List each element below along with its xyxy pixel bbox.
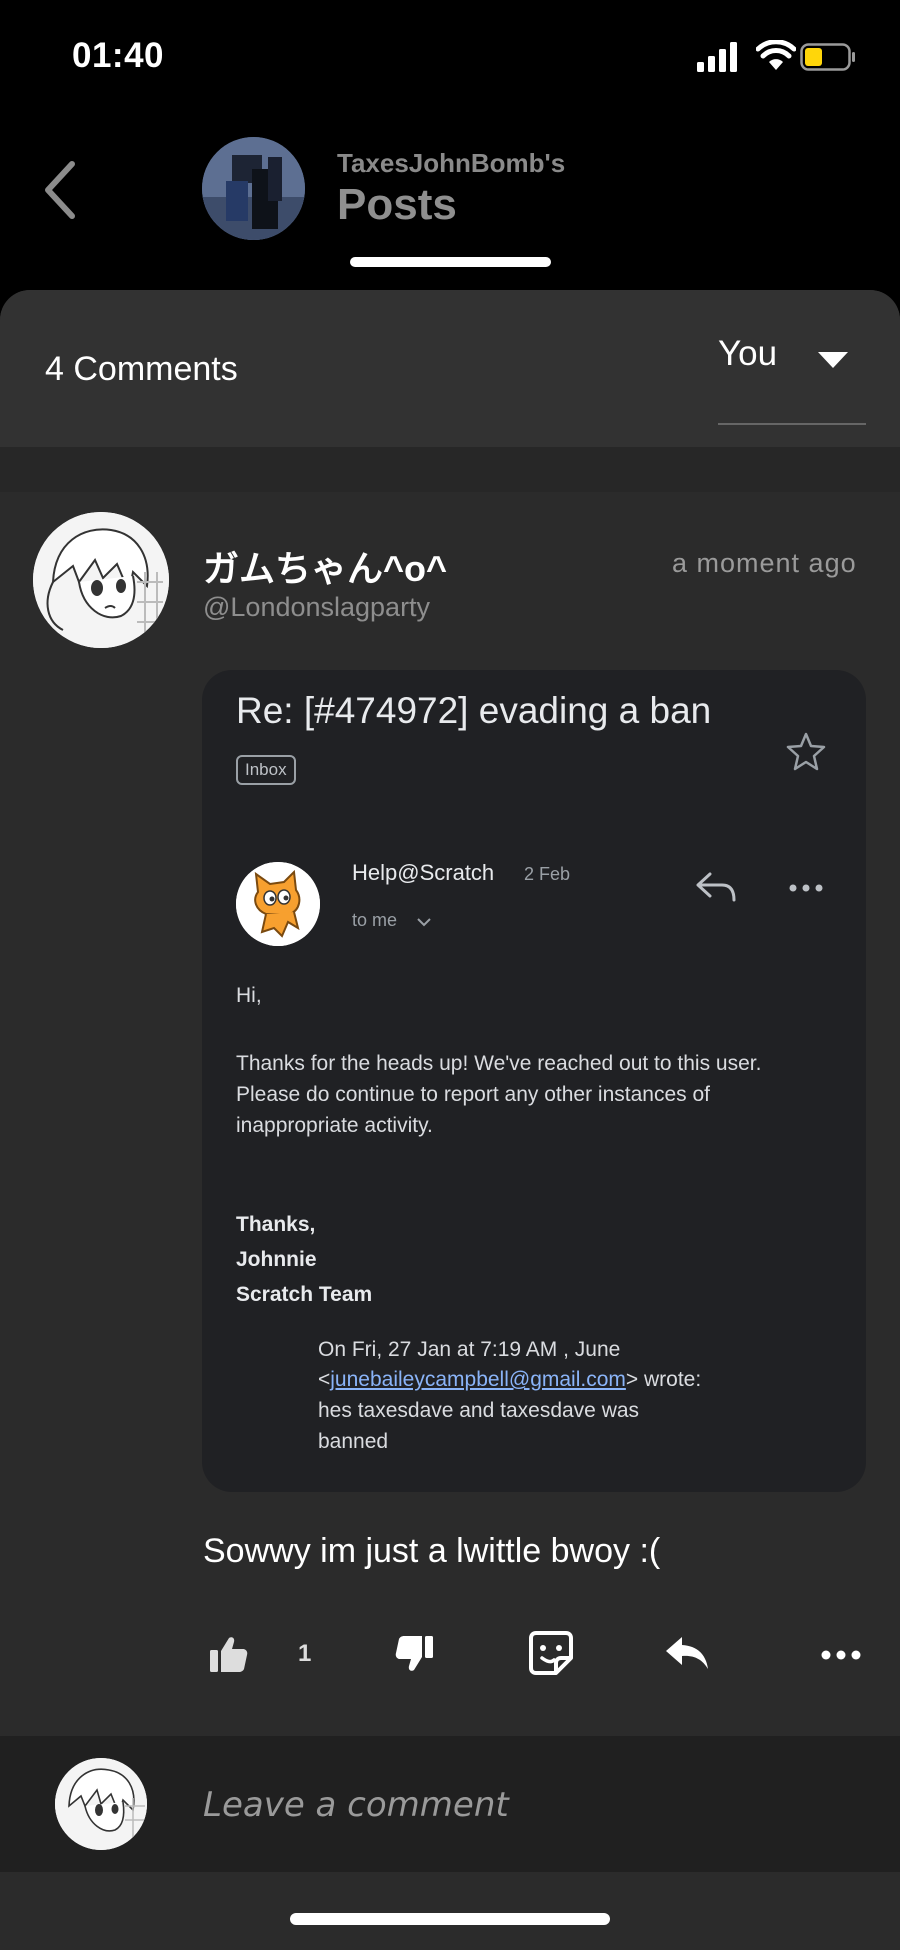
back-button[interactable] [30,150,96,230]
reply-icon [696,872,736,902]
email-signature-line: Johnnie [236,1248,317,1271]
like-count: 1 [298,1640,312,1667]
email-body-line: Thanks for the heads up! We've reached o… [236,1052,762,1075]
reply-icon[interactable] [662,1633,710,1673]
email-date: 2 Feb [524,864,571,884]
comment-author-handle[interactable]: @Londonslagparty [203,592,430,623]
wifi-icon [756,40,796,70]
email-greeting: Hi, [236,984,262,1007]
email-quote-line: On Fri, 27 Jan at 7:19 AM , June [318,1338,621,1361]
header-subtitle: TaxesJohnBomb's [337,148,566,178]
more-icon[interactable] [820,1648,862,1662]
sender-name: Help@Scratch [352,860,495,885]
sticker-icon[interactable] [528,1630,574,1676]
battery-icon [800,43,855,71]
comment-input[interactable] [203,1780,843,1830]
sort-dropdown-value[interactable]: You [718,334,777,374]
comment-timestamp: a moment ago [672,548,857,578]
email-signature-line: Thanks, [236,1213,316,1236]
home-indicator [290,1913,610,1925]
comments-count: 4 Comments [45,350,238,388]
my-avatar [55,1758,147,1850]
quote-bracket-open: < [318,1368,331,1391]
profile-avatar[interactable] [202,137,305,240]
recipient-label: to me [352,910,398,930]
email-signature-line: Scratch Team [236,1283,373,1306]
email-body-line: inappropriate activity. [236,1114,433,1137]
email-body-line: Please do continue to report any other i… [236,1083,710,1106]
comment-text: Sowwy im just a lwittle bwoy :( [203,1532,661,1570]
inbox-label: Inbox [236,755,296,785]
email-quote-line: banned [318,1430,389,1453]
quote-wrote: > wrote: [625,1368,702,1391]
sort-dropdown-underline [718,423,866,425]
email-quote-line: <junebaileycampbell@gmail.com> wrote: [318,1368,701,1392]
drag-handle[interactable] [350,257,551,267]
comment-author-avatar[interactable] [33,512,169,648]
signal-icon [697,42,737,72]
email-quote-line: hes taxesdave and taxesdave was [318,1399,640,1422]
star-icon [786,732,826,771]
previous-comment-cutoff [0,447,900,492]
thumbs-up-icon[interactable] [208,1634,248,1674]
email-subject: Re: [#474972] evading a ban [236,690,712,731]
attached-email-screenshot[interactable]: Re: [#474972] evading a ban Inbox Help@S… [202,670,866,1492]
chevron-down-icon[interactable] [818,352,848,368]
more-icon [789,884,823,892]
quoted-email-link: junebaileycampbell@gmail.com [330,1368,626,1391]
thumbs-down-icon[interactable] [395,1634,435,1674]
sender-avatar [236,862,320,946]
comment-author-name[interactable]: ガムちゃん^o^ [203,540,447,592]
chevron-down-icon [417,918,431,927]
status-time: 01:40 [72,36,165,75]
page-title: Posts [337,180,457,229]
